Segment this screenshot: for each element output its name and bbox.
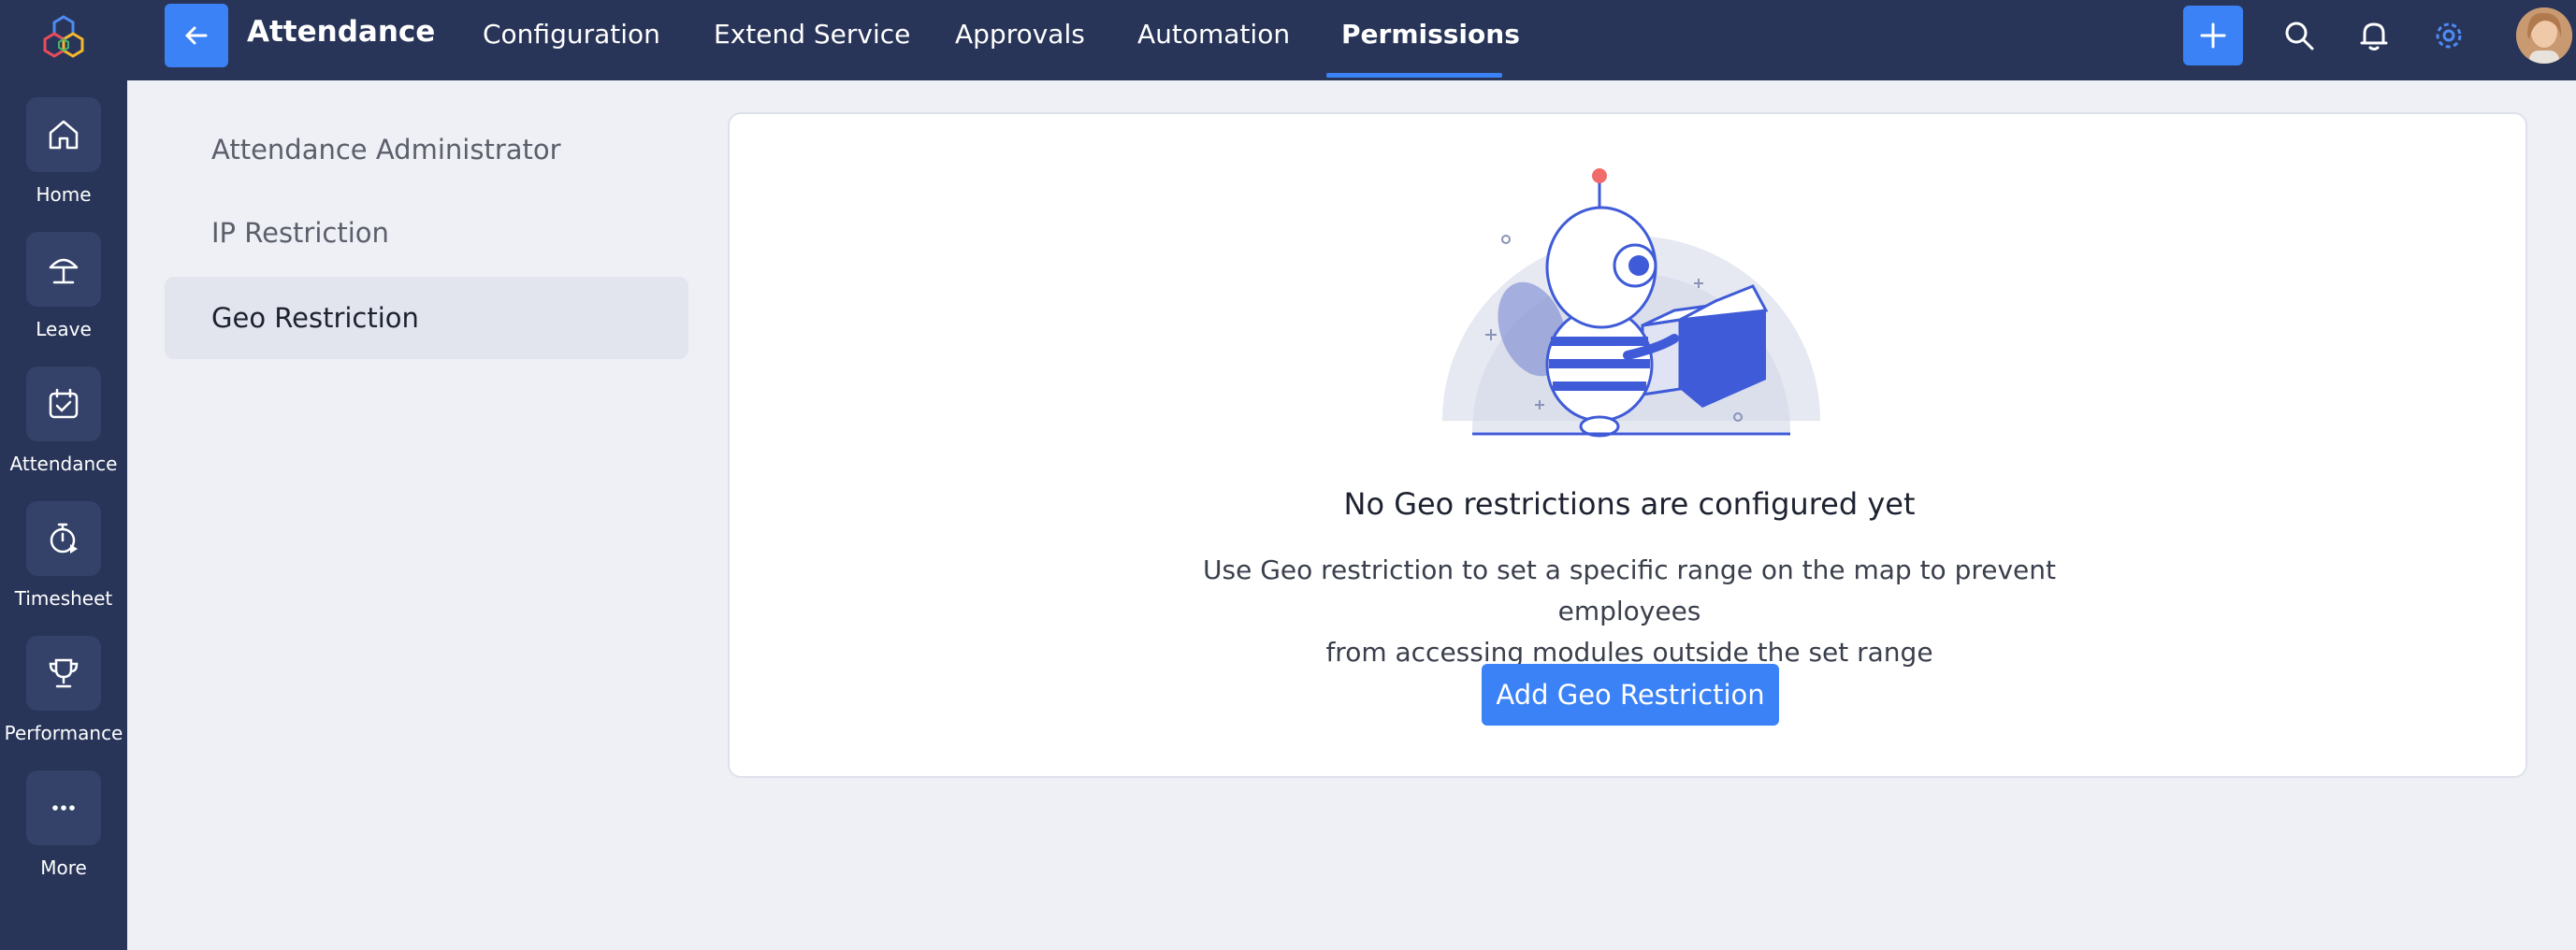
tab-automation[interactable]: Automation (1137, 19, 1290, 50)
app-logo-icon[interactable] (37, 11, 90, 64)
rail-item-label: Leave (36, 318, 92, 340)
rail-item-label: Performance (4, 722, 123, 744)
calendar-check-icon (49, 388, 79, 419)
top-header: Attendance Configuration Extend Service … (127, 0, 2576, 80)
rail-item-more[interactable]: More (0, 770, 127, 901)
home-icon (49, 120, 79, 150)
rail-item-performance[interactable]: Performance (0, 636, 127, 767)
empty-state-card: No Geo restrictions are configured yet U… (728, 112, 2527, 778)
module-title: Attendance (247, 15, 436, 49)
rail-item-home[interactable]: Home (0, 97, 127, 228)
bell-icon[interactable] (2357, 19, 2391, 52)
submenu-item-label: Geo Restriction (211, 302, 419, 334)
robot-with-box-illustration (1442, 168, 1820, 438)
submenu-item-label: Attendance Administrator (211, 134, 561, 166)
submenu-item-ip-restriction[interactable]: IP Restriction (165, 192, 688, 274)
rail-item-label: More (40, 856, 87, 879)
plus-icon (2200, 22, 2226, 49)
rail-item-attendance[interactable]: Attendance (0, 367, 127, 497)
tab-permissions[interactable]: Permissions (1341, 19, 1520, 50)
submenu-item-label: IP Restriction (211, 217, 389, 249)
more-dots-icon (52, 805, 75, 811)
trophy-icon (49, 658, 79, 688)
search-icon[interactable] (2282, 19, 2316, 52)
stopwatch-icon (50, 523, 78, 554)
avatar[interactable] (2516, 7, 2572, 64)
tab-extend-service[interactable]: Extend Service (714, 19, 910, 50)
submenu-item-attendance-administrator[interactable]: Attendance Administrator (165, 108, 688, 191)
empty-state-description-line: Use Geo restriction to set a specific ra… (1202, 554, 2056, 626)
umbrella-icon (49, 258, 79, 284)
app-rail: Home Leave Attendance Timesheet Performa… (0, 0, 127, 950)
rail-item-label: Timesheet (14, 587, 113, 610)
submenu-item-geo-restriction[interactable]: Geo Restriction (165, 277, 688, 359)
tab-approvals[interactable]: Approvals (955, 19, 1085, 50)
user-photo (2516, 7, 2572, 64)
rail-item-timesheet[interactable]: Timesheet (0, 501, 127, 632)
add-geo-restriction-button[interactable]: Add Geo Restriction (1482, 664, 1779, 726)
active-tab-indicator (1326, 73, 1502, 78)
back-button[interactable] (165, 4, 228, 67)
gear-icon[interactable] (2432, 19, 2466, 52)
add-button[interactable] (2183, 6, 2243, 65)
empty-state-title: No Geo restrictions are configured yet (1343, 486, 1916, 522)
rail-item-leave[interactable]: Leave (0, 232, 127, 363)
rail-item-label: Home (36, 183, 92, 206)
rail-item-label: Attendance (9, 453, 118, 475)
arrow-left-icon (185, 26, 208, 45)
tab-configuration[interactable]: Configuration (483, 19, 660, 50)
empty-state-description: Use Geo restriction to set a specific ra… (1162, 550, 2097, 673)
